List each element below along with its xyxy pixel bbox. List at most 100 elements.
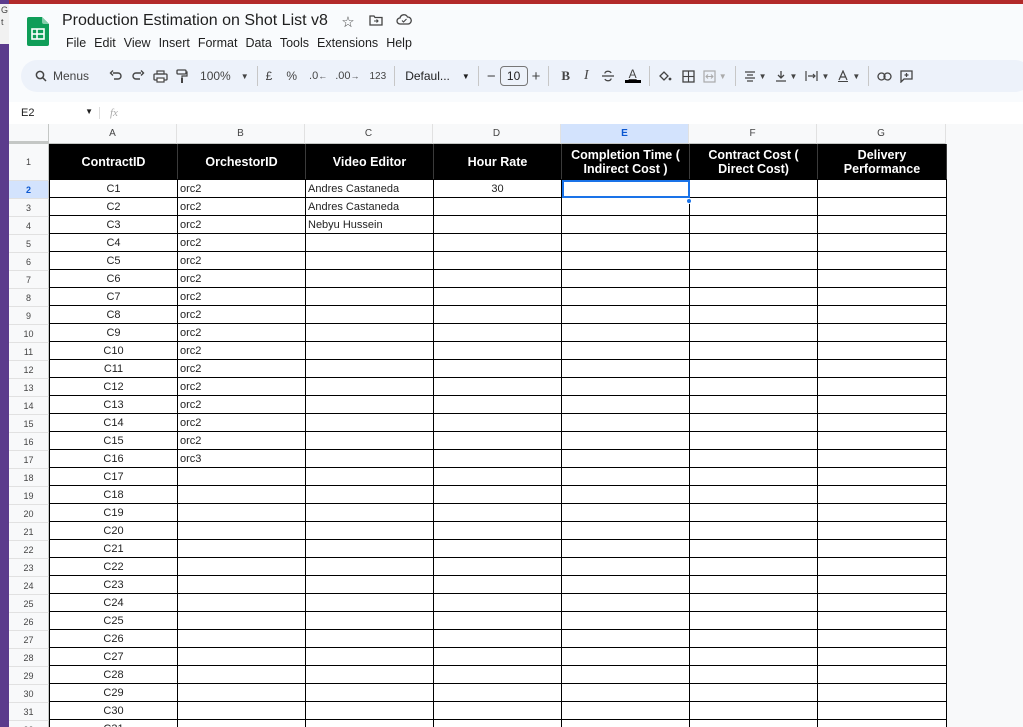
cell-d[interactable]: [433, 665, 562, 684]
cell-f[interactable]: [689, 197, 818, 216]
cell-f[interactable]: [689, 233, 818, 252]
cell-c[interactable]: [305, 467, 434, 486]
cell-c[interactable]: [305, 611, 434, 630]
cell-e[interactable]: [561, 233, 690, 252]
font-select[interactable]: Defaul... ▼: [399, 64, 474, 88]
cell-c[interactable]: Nebyu Hussein: [305, 215, 434, 234]
cell-e[interactable]: [561, 539, 690, 558]
cell-a[interactable]: C21: [49, 539, 178, 558]
cell-e[interactable]: [561, 557, 690, 576]
cell-d[interactable]: [433, 269, 562, 288]
cell-d[interactable]: [433, 611, 562, 630]
cell-g[interactable]: [817, 485, 947, 504]
cell-b[interactable]: [177, 629, 306, 648]
cell-d[interactable]: [433, 521, 562, 540]
cell-c[interactable]: [305, 665, 434, 684]
cell-d[interactable]: [433, 683, 562, 702]
cell-c[interactable]: [305, 593, 434, 612]
cell-d[interactable]: [433, 233, 562, 252]
cell-c[interactable]: [305, 323, 434, 342]
cell-f[interactable]: [689, 557, 818, 576]
cell-d[interactable]: [433, 413, 562, 432]
cell-g[interactable]: [817, 719, 947, 727]
row-header[interactable]: 11: [9, 343, 49, 361]
cell-g[interactable]: [817, 179, 947, 198]
cell-b[interactable]: [177, 719, 306, 727]
cell-c[interactable]: [305, 413, 434, 432]
text-color-button[interactable]: A: [621, 64, 645, 88]
cell-a[interactable]: C12: [49, 377, 178, 396]
cell-f[interactable]: [689, 305, 818, 324]
cell-c[interactable]: [305, 539, 434, 558]
cell-b[interactable]: orc2: [177, 305, 306, 324]
cell-e[interactable]: [561, 395, 690, 414]
select-all-corner[interactable]: [9, 124, 49, 144]
cell-g[interactable]: [817, 431, 947, 450]
cell-d[interactable]: [433, 449, 562, 468]
row-header[interactable]: 4: [9, 217, 49, 235]
cell-f[interactable]: [689, 179, 818, 198]
cell-f[interactable]: [689, 629, 818, 648]
cell-a[interactable]: C15: [49, 431, 178, 450]
cell-b[interactable]: [177, 575, 306, 594]
cell-a[interactable]: C13: [49, 395, 178, 414]
cell-b[interactable]: orc2: [177, 251, 306, 270]
menu-format[interactable]: Format: [194, 36, 242, 50]
cell-d[interactable]: [433, 647, 562, 666]
cell-g[interactable]: [817, 683, 947, 702]
cell-d[interactable]: [433, 485, 562, 504]
row-header[interactable]: 22: [9, 541, 49, 559]
cell-g[interactable]: [817, 611, 947, 630]
cell-b[interactable]: orc2: [177, 359, 306, 378]
decrease-font-size-button[interactable]: −: [483, 64, 500, 88]
cell-b[interactable]: orc2: [177, 197, 306, 216]
row-header[interactable]: 5: [9, 235, 49, 253]
cell-b[interactable]: [177, 557, 306, 576]
star-icon[interactable]: ☆: [339, 13, 357, 31]
cell-f[interactable]: [689, 521, 818, 540]
row-header[interactable]: 27: [9, 631, 49, 649]
cell-f[interactable]: [689, 215, 818, 234]
cell-a[interactable]: C8: [49, 305, 178, 324]
menu-insert[interactable]: Insert: [155, 36, 194, 50]
cell-d[interactable]: [433, 251, 562, 270]
menu-file[interactable]: File: [62, 36, 90, 50]
row-header[interactable]: 25: [9, 595, 49, 613]
print-icon[interactable]: [149, 64, 172, 88]
cell-f[interactable]: [689, 701, 818, 720]
cell-g[interactable]: [817, 323, 947, 342]
cell-g[interactable]: [817, 575, 947, 594]
cell-c[interactable]: [305, 647, 434, 666]
cell-g[interactable]: [817, 647, 947, 666]
cell-g[interactable]: [817, 287, 947, 306]
cell-f[interactable]: [689, 377, 818, 396]
cell-e[interactable]: [561, 215, 690, 234]
cell-c[interactable]: [305, 575, 434, 594]
cell-a[interactable]: C17: [49, 467, 178, 486]
merge-cells-icon[interactable]: ▼: [699, 64, 731, 88]
row-header[interactable]: 12: [9, 361, 49, 379]
menu-tools[interactable]: Tools: [276, 36, 313, 50]
cell-e[interactable]: [561, 485, 690, 504]
row-header[interactable]: 30: [9, 685, 49, 703]
cell-c[interactable]: [305, 521, 434, 540]
cell-a[interactable]: C24: [49, 593, 178, 612]
column-header-a[interactable]: A: [49, 124, 177, 144]
cell-g[interactable]: [817, 467, 947, 486]
row-header[interactable]: 24: [9, 577, 49, 595]
cell-g[interactable]: [817, 629, 947, 648]
cell-e[interactable]: [561, 251, 690, 270]
cell-e[interactable]: [561, 575, 690, 594]
cell-c[interactable]: Andres Castaneda: [305, 179, 434, 198]
cell-d[interactable]: [433, 467, 562, 486]
row-header[interactable]: 17: [9, 451, 49, 469]
row-header[interactable]: 2: [9, 181, 49, 199]
cell-d[interactable]: [433, 431, 562, 450]
cell-b[interactable]: orc2: [177, 323, 306, 342]
cell-f[interactable]: [689, 593, 818, 612]
cell-b[interactable]: orc2: [177, 287, 306, 306]
cell-d[interactable]: [433, 359, 562, 378]
cell-d[interactable]: [433, 305, 562, 324]
cell-e[interactable]: [561, 197, 690, 216]
cell-e[interactable]: [561, 377, 690, 396]
